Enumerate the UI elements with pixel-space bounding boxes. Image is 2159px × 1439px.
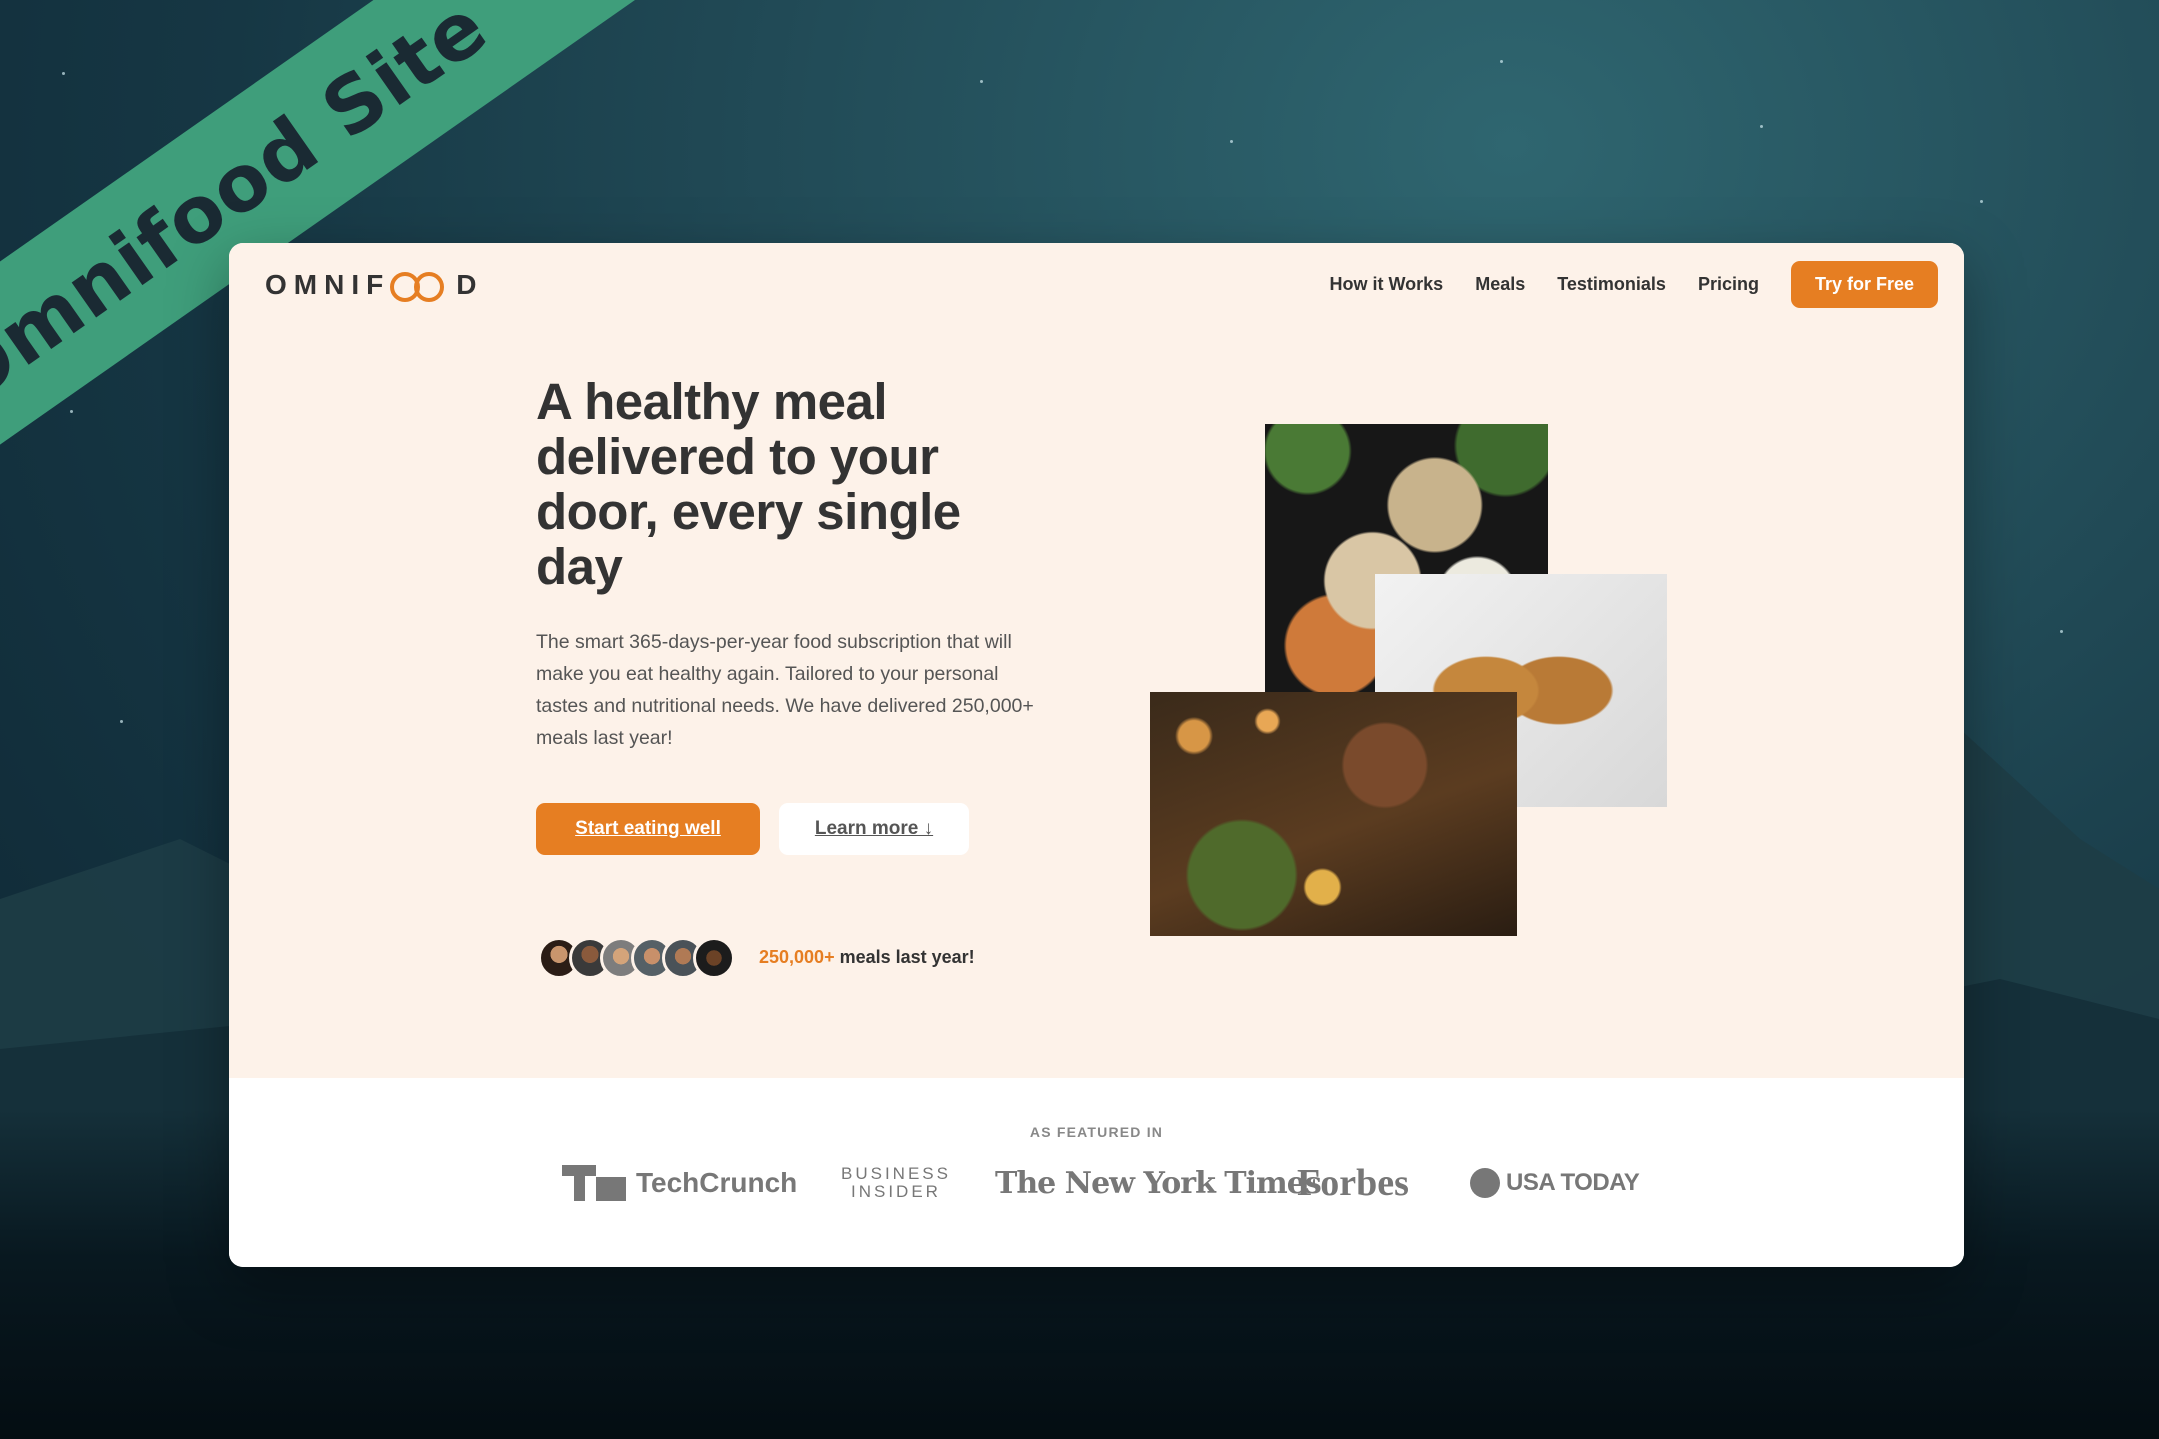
customer-avatars [538,937,735,979]
nav-how-it-works[interactable]: How it Works [1330,274,1444,295]
main-nav: How it Works Meals Testimonials Pricing … [1330,261,1938,308]
meals-delivered-text: 250,000+ meals last year! [759,947,975,968]
website-card: OMNIF D How it Works Meals Testimonials … [229,243,1964,1267]
usa-today-dot-icon [1470,1168,1500,1198]
nav-pricing[interactable]: Pricing [1698,274,1759,295]
business-insider-logo: BUSINESS INSIDER [841,1164,951,1201]
learn-more-button[interactable]: Learn more ↓ [779,803,969,855]
hero-section: OMNIF D How it Works Meals Testimonials … [229,243,1964,1078]
featured-title: AS FEATURED IN [1029,1124,1164,1140]
nyt-logo: The New York Times [995,1165,1322,1201]
woman-eating-image [1150,692,1517,936]
hero-description: The smart 365-days-per-year food subscri… [536,631,1034,749]
meals-delivered-label: meals last year! [834,947,975,967]
hero-headline: A healthy meal delivered to your door, e… [536,373,961,595]
start-eating-well-button[interactable]: Start eating well [536,803,760,855]
techcrunch-wordmark: TechCrunch [636,1167,798,1198]
usa-today-wordmark: USA TODAY [1506,1169,1640,1196]
infinity-logo-icon [388,270,452,302]
featured-logos: TechCrunch BUSINESS INSIDER The New York… [229,1158,1964,1208]
nav-testimonials[interactable]: Testimonials [1557,274,1666,295]
forbes-logo: Forbes [1297,1162,1409,1204]
techcrunch-logo: TechCrunch [562,1158,797,1208]
techcrunch-icon [562,1165,626,1201]
omnifood-logo[interactable]: OMNIF D [265,269,484,302]
meals-delivered-number: 250,000+ [759,947,835,967]
try-for-free-button[interactable]: Try for Free [1790,261,1938,308]
logo-text-left: OMNIF [265,269,391,300]
avatar [693,937,735,979]
nav-meals[interactable]: Meals [1475,274,1525,295]
featured-in-section: AS FEATURED IN TechCrunch BUSINESS INSID… [229,1078,1964,1267]
usa-today-logo: USA TODAY [1470,1158,1640,1208]
logo-text-right: D [456,269,484,300]
